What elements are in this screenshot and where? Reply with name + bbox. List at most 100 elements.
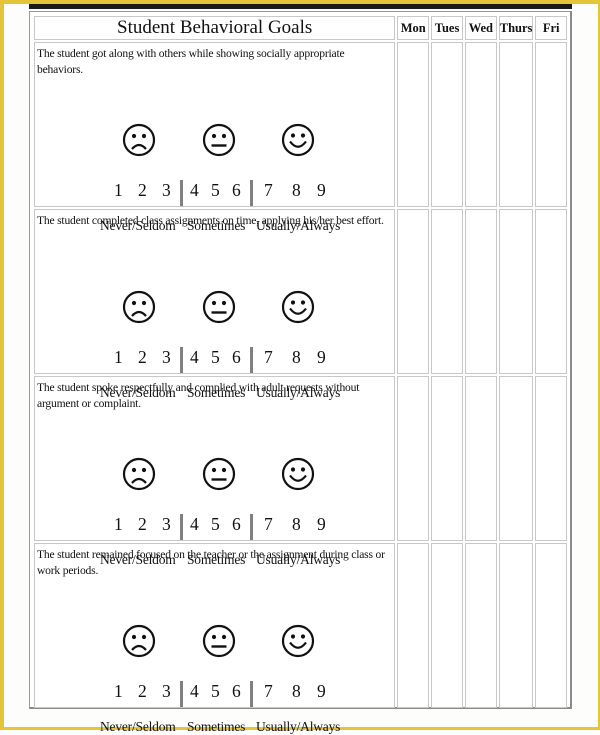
goal-text: The student spoke respectfully and compl… <box>37 381 362 410</box>
scale-number: 9 <box>317 180 326 200</box>
scale-number: 5 <box>211 347 220 367</box>
behavior-chart: Student Behavioral Goals Mon Tues Wed Th… <box>29 11 572 734</box>
goals-table: Student Behavioral Goals Mon Tues Wed Th… <box>32 14 569 734</box>
rating-scale: 1 2 3 4 5 6 7 8 9 Never/Seldom Sometimes… <box>35 123 404 233</box>
goal-cell: The student spoke respectfully and compl… <box>34 376 396 567</box>
scale-number: 3 <box>162 681 171 701</box>
scale-number: 8 <box>292 180 301 200</box>
tues-rating-cell[interactable] <box>431 209 463 374</box>
wed-rating-cell[interactable] <box>464 42 497 207</box>
scale-number: 7 <box>264 681 273 701</box>
goal-row: The student got along with others while … <box>34 42 567 233</box>
fri-rating-cell[interactable] <box>535 376 567 541</box>
thurs-rating-cell[interactable] <box>498 209 534 374</box>
goal-cell: The student remained focused on the teac… <box>34 543 396 734</box>
scale-number: 5 <box>211 681 220 701</box>
scale-number: 2 <box>138 347 147 367</box>
neutral-face-icon <box>202 624 236 658</box>
neutral-face-icon <box>202 290 236 324</box>
smile-face-icon <box>281 624 315 658</box>
scale-label-usually-always: Usually/Always <box>256 719 341 734</box>
wed-rating-cell[interactable] <box>464 209 497 374</box>
scale-number: 2 <box>138 180 147 200</box>
scale-number: 2 <box>138 514 147 534</box>
scale-number: 1 <box>114 180 123 200</box>
frown-face-icon <box>122 624 156 658</box>
wed-rating-cell[interactable] <box>464 376 497 541</box>
scale-number: 1 <box>114 347 123 367</box>
scale-number: 6 <box>232 681 241 701</box>
scale-number: 1 <box>114 514 123 534</box>
scale-label-never-seldom: Never/Seldom <box>100 719 176 734</box>
scale-label-sometimes: Sometimes <box>187 719 246 734</box>
scale-number: 4 <box>190 347 199 367</box>
smile-face-icon <box>281 290 315 324</box>
scale-number: 9 <box>317 681 326 701</box>
scale-number: 3 <box>162 514 171 534</box>
goal-row: The student remained focused on the teac… <box>34 543 567 734</box>
rating-scale: 1 2 3 4 5 6 7 8 9 Never/Seldom Sometimes… <box>35 457 404 567</box>
scale-number: 1 <box>114 681 123 701</box>
scale-number: 7 <box>264 514 273 534</box>
scale-number: 2 <box>138 681 147 701</box>
fri-rating-cell[interactable] <box>535 543 567 708</box>
goal-text: The student got along with others while … <box>37 47 348 76</box>
wed-rating-cell[interactable] <box>464 543 497 708</box>
scale-number: 8 <box>292 514 301 534</box>
goal-row: The student spoke respectfully and compl… <box>34 376 567 567</box>
thurs-rating-cell[interactable] <box>498 376 534 541</box>
day-header-fri: Fri <box>535 16 567 40</box>
tues-rating-cell[interactable] <box>431 376 463 541</box>
fri-rating-cell[interactable] <box>535 42 567 207</box>
top-rule <box>29 4 572 9</box>
goal-text: The student remained focused on the teac… <box>37 548 385 577</box>
scale-divider <box>250 681 253 707</box>
thurs-rating-cell[interactable] <box>498 543 534 708</box>
rating-scale: 1 2 3 4 5 6 7 8 9 Never/Seldom Sometimes… <box>35 290 404 400</box>
scale-number: 4 <box>190 514 199 534</box>
scale-divider <box>180 347 183 373</box>
header-row: Student Behavioral Goals Mon Tues Wed Th… <box>34 16 567 40</box>
scale-divider <box>250 180 253 206</box>
scale-number: 5 <box>211 180 220 200</box>
scale-divider <box>180 681 183 707</box>
goal-row: The student completed class assignments … <box>34 209 567 400</box>
chart-title: Student Behavioral Goals <box>34 16 396 40</box>
scale-number: 6 <box>232 180 241 200</box>
tues-rating-cell[interactable] <box>431 42 463 207</box>
frown-face-icon <box>122 457 156 491</box>
frown-face-icon <box>122 290 156 324</box>
frown-face-icon <box>122 123 156 157</box>
smile-face-icon <box>281 457 315 491</box>
rating-scale: 1 2 3 4 5 6 7 8 9 Never/Seldom Sometimes… <box>35 624 404 734</box>
thurs-rating-cell[interactable] <box>498 42 534 207</box>
scale-number: 5 <box>211 514 220 534</box>
scale-divider <box>180 514 183 540</box>
scale-number: 3 <box>162 347 171 367</box>
day-header-tues: Tues <box>431 16 463 40</box>
scale-number: 8 <box>292 681 301 701</box>
goal-cell: The student got along with others while … <box>34 42 396 233</box>
scale-number: 9 <box>317 347 326 367</box>
scale-number: 8 <box>292 347 301 367</box>
scale-divider <box>250 347 253 373</box>
scale-number: 6 <box>232 514 241 534</box>
scale-number: 7 <box>264 347 273 367</box>
goal-cell: The student completed class assignments … <box>34 209 396 400</box>
scale-divider <box>250 514 253 540</box>
scale-number: 6 <box>232 347 241 367</box>
day-header-mon: Mon <box>397 16 430 40</box>
day-header-thurs: Thurs <box>498 16 534 40</box>
neutral-face-icon <box>202 123 236 157</box>
tues-rating-cell[interactable] <box>431 543 463 708</box>
scale-number: 4 <box>190 180 199 200</box>
scale-divider <box>180 180 183 206</box>
neutral-face-icon <box>202 457 236 491</box>
scale-number: 9 <box>317 514 326 534</box>
fri-rating-cell[interactable] <box>535 209 567 374</box>
smile-face-icon <box>281 123 315 157</box>
scale-number: 4 <box>190 681 199 701</box>
scale-number: 3 <box>162 180 171 200</box>
goal-text: The student completed class assignments … <box>37 214 384 227</box>
scale-number: 7 <box>264 180 273 200</box>
